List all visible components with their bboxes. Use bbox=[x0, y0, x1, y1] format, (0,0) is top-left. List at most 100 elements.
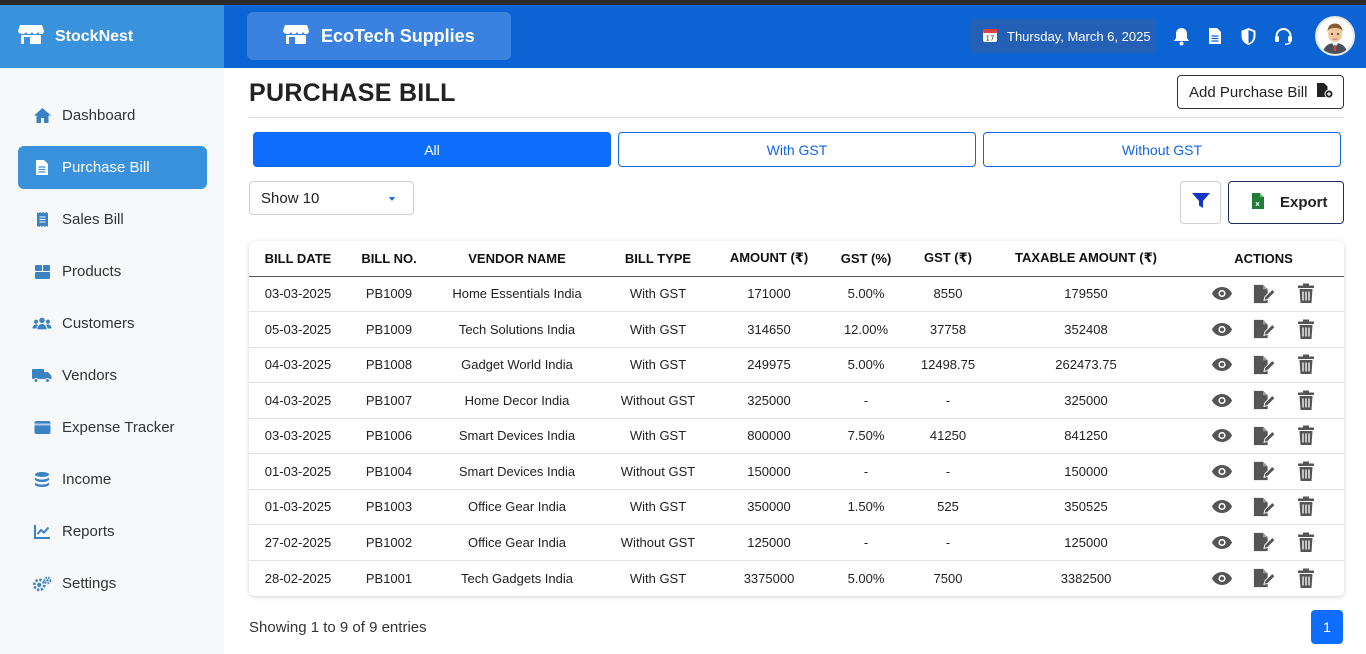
sidebar-item-income[interactable]: Income bbox=[18, 458, 207, 501]
sidebar-item-vendors[interactable]: Vendors bbox=[18, 354, 207, 397]
view-icon[interactable] bbox=[1211, 389, 1233, 411]
column-header[interactable]: BILL NO. bbox=[347, 241, 431, 277]
column-header[interactable]: BILL TYPE bbox=[603, 241, 713, 277]
edit-icon[interactable] bbox=[1253, 389, 1275, 411]
row-actions bbox=[1183, 354, 1344, 376]
export-label: Export bbox=[1280, 194, 1328, 211]
sidebar-item-expense-tracker[interactable]: Expense Tracker bbox=[18, 406, 207, 449]
row-actions bbox=[1183, 318, 1344, 340]
filter-button[interactable] bbox=[1180, 181, 1221, 224]
delete-icon[interactable] bbox=[1295, 425, 1317, 447]
export-button[interactable]: x Export bbox=[1228, 181, 1344, 224]
add-purchase-bill-label: Add Purchase Bill bbox=[1189, 83, 1308, 101]
delete-icon[interactable] bbox=[1295, 460, 1317, 482]
sidebar-item-label: Reports bbox=[62, 523, 115, 540]
view-icon[interactable] bbox=[1211, 283, 1233, 305]
edit-icon[interactable] bbox=[1253, 531, 1275, 553]
view-icon[interactable] bbox=[1211, 567, 1233, 589]
file-icon bbox=[32, 158, 52, 178]
bill-no-cell: PB1004 bbox=[347, 453, 431, 490]
actions-cell bbox=[1183, 276, 1344, 312]
view-icon[interactable] bbox=[1211, 531, 1233, 553]
bill-no-cell: PB1009 bbox=[347, 311, 431, 348]
view-icon[interactable] bbox=[1211, 354, 1233, 376]
bill-date-cell: 01-03-2025 bbox=[249, 489, 347, 525]
table-header-row: BILL DATE BILL NO. VENDOR NAME BILL TYPE… bbox=[249, 241, 1344, 277]
brand[interactable]: StockNest bbox=[0, 5, 224, 68]
table-row: 04-03-2025 PB1007 Home Decor India Without … bbox=[249, 382, 1344, 419]
headset-icon[interactable] bbox=[1273, 26, 1293, 46]
taxable-amount-cell: 3382500 bbox=[1060, 570, 1112, 586]
edit-icon[interactable] bbox=[1253, 567, 1275, 589]
add-purchase-bill-button[interactable]: Add Purchase Bill bbox=[1177, 75, 1344, 109]
edit-icon[interactable] bbox=[1253, 354, 1275, 376]
date-display: 17 Thursday, March 6, 2025 bbox=[970, 19, 1156, 53]
gst-amount-cell: 8550 bbox=[907, 276, 989, 312]
sidebar-item-reports[interactable]: Reports bbox=[18, 510, 207, 553]
receipt-icon bbox=[32, 210, 52, 230]
shield-icon[interactable] bbox=[1238, 26, 1258, 46]
edit-icon[interactable] bbox=[1253, 283, 1275, 305]
document-icon[interactable] bbox=[1205, 26, 1225, 46]
delete-icon[interactable] bbox=[1295, 318, 1317, 340]
sidebar-item-settings[interactable]: Settings bbox=[18, 562, 207, 605]
delete-icon[interactable] bbox=[1295, 283, 1317, 305]
sidebar-item-dashboard[interactable]: Dashboard bbox=[18, 94, 207, 137]
row-actions bbox=[1183, 531, 1344, 553]
title-divider bbox=[249, 117, 1344, 118]
table-row: 05-03-2025 PB1009 Tech Solutions India With… bbox=[249, 311, 1344, 348]
app-name: StockNest bbox=[55, 27, 134, 45]
sidebar-nav: Dashboard Purchase Bill Sales Bill Produ… bbox=[0, 68, 224, 605]
edit-icon[interactable] bbox=[1253, 460, 1275, 482]
vendor-name-cell: Home Decor India bbox=[431, 382, 603, 419]
actions-cell bbox=[1183, 311, 1344, 348]
delete-icon[interactable] bbox=[1295, 389, 1317, 411]
column-header[interactable]: BILL DATE bbox=[249, 241, 347, 277]
gst-amount-cell: - bbox=[907, 382, 989, 419]
edit-icon[interactable] bbox=[1253, 425, 1275, 447]
pagination-page-1[interactable]: 1 bbox=[1311, 610, 1343, 644]
view-icon[interactable] bbox=[1211, 425, 1233, 447]
column-header[interactable]: AMOUNT (₹) bbox=[713, 241, 825, 277]
delete-icon[interactable] bbox=[1295, 496, 1317, 518]
tab-without-gst[interactable]: Without GST bbox=[983, 132, 1341, 167]
delete-icon[interactable] bbox=[1295, 531, 1317, 553]
vendor-name-cell: Smart Devices India bbox=[431, 418, 603, 454]
page-size-select[interactable]: Show 10 bbox=[249, 181, 414, 215]
tab-with-gst[interactable]: With GST bbox=[618, 132, 976, 167]
column-header: ACTIONS bbox=[1183, 241, 1344, 277]
gst-amount-cell: 37758 bbox=[907, 311, 989, 348]
actions-cell bbox=[1183, 382, 1344, 419]
bell-icon[interactable] bbox=[1171, 26, 1191, 46]
column-header[interactable]: GST (%) bbox=[825, 241, 907, 277]
column-header[interactable]: GST (₹) bbox=[907, 241, 989, 277]
bill-date-cell: 01-03-2025 bbox=[249, 453, 347, 490]
edit-icon[interactable] bbox=[1253, 496, 1275, 518]
edit-icon[interactable] bbox=[1253, 318, 1275, 340]
column-header[interactable]: TAXABLE AMOUNT (₹) bbox=[989, 241, 1183, 277]
user-avatar[interactable] bbox=[1315, 16, 1355, 56]
taxable-amount-cell: 125000 bbox=[989, 524, 1183, 561]
gst-percent-cell: - bbox=[825, 382, 907, 419]
amount-cell: 3375000 bbox=[743, 570, 795, 586]
column-header[interactable]: VENDOR NAME bbox=[431, 241, 603, 277]
boxes-icon bbox=[32, 262, 52, 282]
actions-cell bbox=[1183, 560, 1344, 596]
sidebar-item-customers[interactable]: Customers bbox=[18, 302, 207, 345]
delete-icon[interactable] bbox=[1295, 567, 1317, 589]
gst-amount-cell: 525 bbox=[907, 489, 989, 525]
shop-selector[interactable]: EcoTech Supplies bbox=[247, 12, 511, 60]
taxable-amount-cell: 150000 bbox=[989, 453, 1183, 490]
gst-amount-cell: 7500 bbox=[933, 570, 963, 586]
sidebar-item-sales-bill[interactable]: Sales Bill bbox=[18, 198, 207, 241]
sidebar-item-products[interactable]: Products bbox=[18, 250, 207, 293]
sidebar-item-purchase-bill[interactable]: Purchase Bill bbox=[18, 146, 207, 189]
delete-icon[interactable] bbox=[1295, 354, 1317, 376]
amount-cell: 314650 bbox=[713, 311, 825, 348]
view-icon[interactable] bbox=[1211, 496, 1233, 518]
tab-all[interactable]: All bbox=[253, 132, 611, 167]
view-icon[interactable] bbox=[1211, 460, 1233, 482]
view-icon[interactable] bbox=[1211, 318, 1233, 340]
bill-date-cell: 03-03-2025 bbox=[249, 276, 347, 312]
bill-no-cell: PB1007 bbox=[347, 382, 431, 419]
